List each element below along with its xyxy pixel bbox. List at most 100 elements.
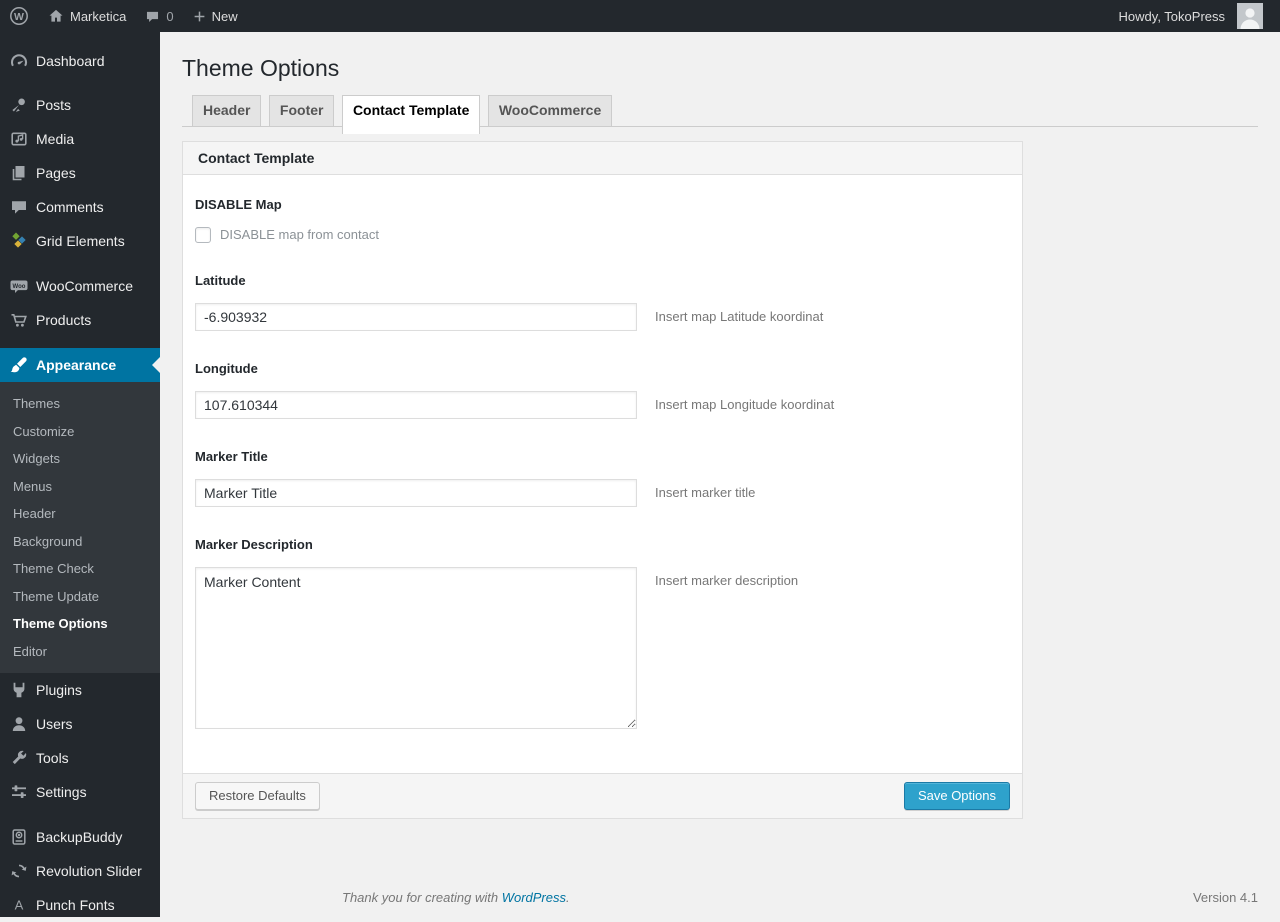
submenu-item-customize[interactable]: Customize [0, 418, 160, 446]
submenu-item-theme-update[interactable]: Theme Update [0, 583, 160, 611]
field-label: Latitude [195, 272, 246, 288]
wordpress-link[interactable]: WordPress [502, 890, 566, 905]
submenu-item-themes[interactable]: Themes [0, 390, 160, 418]
restore-defaults-button[interactable]: Restore Defaults [195, 781, 320, 810]
admin-sidebar: Dashboard Posts Media Pages Comments Gri… [0, 32, 160, 917]
sidebar-item-label: Plugins [36, 682, 82, 698]
longitude-input[interactable] [195, 390, 637, 419]
media-icon [9, 129, 29, 149]
sidebar-item-label: Grid Elements [36, 233, 125, 249]
submenu-item-editor[interactable]: Editor [0, 638, 160, 666]
panel-footer: Restore Defaults Save Options [183, 772, 1022, 818]
sidebar-item-label: Posts [36, 97, 72, 113]
contact-template-panel: Contact Template DISABLE Map DISABLE map… [182, 140, 1023, 819]
panel-title: Contact Template [183, 141, 1022, 175]
field-latitude: Latitude Insert map Latitude koordinat [195, 273, 1010, 331]
tools-icon [9, 748, 29, 768]
sidebar-item-label: Comments [36, 199, 104, 215]
field-disable-map: DISABLE Map DISABLE map from contact [195, 197, 1010, 243]
footer-thanks-text: Thank you for creating with [342, 890, 502, 905]
posts-icon [9, 95, 29, 115]
sidebar-item-settings[interactable]: Settings [0, 775, 160, 809]
comments-count: 0 [166, 8, 174, 24]
sidebar-item-posts[interactable]: Posts [0, 88, 160, 122]
svg-text:W: W [14, 11, 24, 23]
site-name-menu[interactable]: Marketica [38, 0, 135, 32]
sidebar-item-pages[interactable]: Pages [0, 156, 160, 190]
field-label: Longitude [195, 360, 258, 376]
avatar [1237, 3, 1263, 29]
latitude-input[interactable] [195, 302, 637, 331]
sidebar-item-revolution-slider[interactable]: Revolution Slider [0, 854, 160, 888]
field-longitude: Longitude Insert map Longitude koordinat [195, 361, 1010, 419]
sidebar-item-label: Media [36, 131, 75, 147]
appearance-submenu: Themes Customize Widgets Menus Header Ba… [0, 382, 160, 673]
revolution-slider-icon [9, 861, 29, 881]
disable-map-checkbox-label: DISABLE map from contact [220, 227, 379, 243]
comments-icon [9, 197, 29, 217]
sidebar-item-media[interactable]: Media [0, 122, 160, 156]
dashboard-icon [9, 51, 29, 71]
footer-thanks: Thank you for creating with WordPress. [342, 890, 570, 905]
theme-options-tabs: Header Footer Contact Template WooCommer… [182, 94, 1258, 134]
submenu-item-theme-check[interactable]: Theme Check [0, 555, 160, 583]
sidebar-item-label: Dashboard [36, 53, 105, 69]
submenu-item-menus[interactable]: Menus [0, 473, 160, 501]
sidebar-item-tools[interactable]: Tools [0, 741, 160, 775]
submenu-item-header[interactable]: Header [0, 500, 160, 528]
settings-icon [9, 782, 29, 802]
panel-body: DISABLE Map DISABLE map from contact Lat… [183, 175, 1022, 773]
appearance-icon [9, 355, 29, 375]
sidebar-item-label: Tools [36, 750, 69, 766]
sidebar-item-dashboard[interactable]: Dashboard [0, 44, 160, 78]
submenu-item-widgets[interactable]: Widgets [0, 445, 160, 473]
sidebar-item-label: Users [36, 716, 73, 732]
sidebar-item-woocommerce[interactable]: Woo WooCommerce [0, 269, 160, 303]
sidebar-item-appearance[interactable]: Appearance [0, 348, 160, 382]
sidebar-item-users[interactable]: Users [0, 707, 160, 741]
field-description: Insert marker description [655, 572, 799, 588]
woocommerce-icon: Woo [9, 276, 29, 296]
comments-bubble-menu[interactable]: 0 [135, 0, 182, 32]
page-title: Theme Options [182, 55, 340, 81]
field-description: Insert map Longitude koordinat [655, 396, 835, 412]
backupbuddy-icon [9, 827, 29, 847]
sidebar-item-comments[interactable]: Comments [0, 190, 160, 224]
account-menu[interactable]: Howdy, TokoPress [1110, 0, 1272, 32]
wordpress-logo-icon: W [10, 7, 28, 25]
new-content-menu[interactable]: New [183, 0, 247, 32]
sidebar-item-label: Appearance [36, 357, 117, 373]
tab-contact-template[interactable]: Contact Template [341, 94, 481, 134]
sidebar-item-plugins[interactable]: Plugins [0, 673, 160, 707]
sidebar-item-label: BackupBuddy [36, 829, 123, 845]
tab-woocommerce[interactable]: WooCommerce [487, 94, 613, 126]
save-options-button[interactable]: Save Options [903, 781, 1010, 810]
svg-text:Woo: Woo [13, 284, 26, 290]
submenu-item-background[interactable]: Background [0, 528, 160, 556]
field-label: Marker Description [195, 536, 313, 552]
disable-map-checkbox[interactable] [195, 226, 211, 243]
new-label: New [211, 8, 238, 24]
users-icon [9, 714, 29, 734]
wordpress-logo-icon[interactable]: W [0, 0, 38, 32]
sidebar-item-grid-elements[interactable]: Grid Elements [0, 224, 160, 258]
submenu-item-theme-options[interactable]: Theme Options [0, 610, 160, 638]
plugins-icon [9, 680, 29, 700]
marker-description-textarea[interactable]: Marker Content [195, 566, 637, 729]
sidebar-item-products[interactable]: Products [0, 303, 160, 337]
punch-fonts-icon: A [9, 895, 29, 915]
sidebar-item-label: Punch Fonts [36, 897, 115, 913]
sidebar-item-label: Products [36, 312, 92, 328]
tab-header[interactable]: Header [192, 94, 262, 126]
site-name: Marketica [70, 8, 127, 24]
svg-text:A: A [15, 898, 24, 913]
plus-icon [194, 11, 204, 21]
field-label: Marker Title [195, 448, 268, 464]
sidebar-item-label: WooCommerce [36, 278, 133, 294]
pages-icon [9, 163, 29, 183]
sidebar-item-backupbuddy[interactable]: BackupBuddy [0, 820, 160, 854]
tab-footer[interactable]: Footer [268, 94, 335, 126]
marker-title-input[interactable] [195, 478, 637, 507]
field-marker-description: Marker Description Marker Content Insert… [195, 537, 1010, 729]
field-description: Insert map Latitude koordinat [655, 308, 824, 324]
